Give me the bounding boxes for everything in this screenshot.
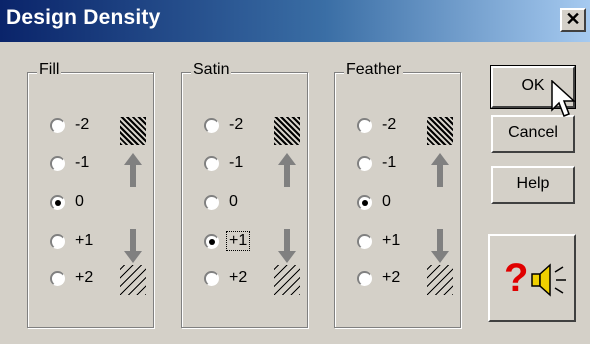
- feather-option-plus2[interactable]: +2: [357, 266, 402, 290]
- radio-label: +1: [75, 232, 94, 249]
- radio-label: -2: [75, 116, 90, 133]
- fill-option-plus1[interactable]: +1: [50, 229, 95, 253]
- satin-option-0[interactable]: 0: [204, 190, 240, 214]
- sparse-pattern-icon: [120, 265, 146, 295]
- cancel-button[interactable]: Cancel: [491, 115, 575, 153]
- radio-button-selected[interactable]: [357, 194, 372, 210]
- radio-label: -2: [382, 116, 397, 133]
- fill-option-minus1[interactable]: -1: [50, 151, 91, 175]
- dense-pattern-icon: [120, 117, 146, 145]
- radio-label: -1: [229, 154, 244, 171]
- dense-pattern-icon: [274, 117, 300, 145]
- dense-pattern-icon: [427, 117, 453, 145]
- sparse-pattern-icon: [427, 265, 453, 295]
- radio-label: +2: [382, 269, 401, 286]
- feather-group: Feather -2 -1 0 +1 +2: [334, 61, 461, 328]
- window-title: Design Density: [6, 6, 161, 29]
- radio-button[interactable]: [357, 233, 372, 249]
- satin-group-label: Satin: [191, 61, 232, 79]
- radio-button[interactable]: [204, 155, 219, 171]
- feather-option-plus1[interactable]: +1: [357, 229, 402, 253]
- feather-group-label: Feather: [344, 61, 404, 79]
- radio-button[interactable]: [204, 270, 219, 286]
- radio-button[interactable]: [204, 194, 219, 210]
- radio-label: +2: [229, 269, 248, 286]
- radio-label: 0: [382, 193, 391, 210]
- arrow-down-icon: [278, 229, 296, 263]
- feather-option-0[interactable]: 0: [357, 190, 393, 214]
- radio-button[interactable]: [50, 155, 65, 171]
- close-icon: ✕: [565, 9, 581, 29]
- radio-button-selected[interactable]: [50, 194, 65, 210]
- fill-group-label: Fill: [37, 61, 62, 79]
- arrow-up-icon: [124, 153, 142, 187]
- fill-option-plus2[interactable]: +2: [50, 266, 95, 290]
- satin-option-minus1[interactable]: -1: [204, 151, 245, 175]
- audio-help-button[interactable]: ?: [488, 234, 576, 322]
- radio-button[interactable]: [50, 117, 65, 133]
- title-bar: Design Density ✕: [0, 0, 590, 42]
- close-button[interactable]: ✕: [560, 8, 586, 32]
- radio-label: -2: [229, 116, 244, 133]
- sparse-pattern-icon: [274, 265, 300, 295]
- design-density-dialog: Design Density ✕ Fill -2 -1 0 +1 +2 Sati…: [0, 0, 590, 344]
- radio-button[interactable]: [50, 233, 65, 249]
- speaker-icon: [531, 263, 566, 297]
- satin-option-plus1[interactable]: +1: [204, 229, 251, 253]
- question-mark-icon: ?: [504, 256, 529, 300]
- radio-label-focused: +1: [225, 231, 251, 251]
- help-button[interactable]: Help: [491, 166, 575, 204]
- satin-group: Satin -2 -1 0 +1 +2: [181, 61, 308, 328]
- radio-label: +2: [75, 269, 94, 286]
- fill-option-minus2[interactable]: -2: [50, 113, 91, 137]
- radio-button[interactable]: [357, 155, 372, 171]
- feather-option-minus1[interactable]: -1: [357, 151, 398, 175]
- radio-button[interactable]: [50, 270, 65, 286]
- radio-button[interactable]: [357, 270, 372, 286]
- radio-label: -1: [382, 154, 397, 171]
- radio-label: +1: [382, 232, 401, 249]
- arrow-down-icon: [124, 229, 142, 263]
- feather-option-minus2[interactable]: -2: [357, 113, 398, 137]
- radio-label: 0: [75, 193, 84, 210]
- fill-group: Fill -2 -1 0 +1 +2: [27, 61, 154, 328]
- radio-button-selected[interactable]: [204, 233, 219, 249]
- radio-button[interactable]: [204, 117, 219, 133]
- arrow-down-icon: [431, 229, 449, 263]
- fill-option-0[interactable]: 0: [50, 190, 86, 214]
- radio-button[interactable]: [357, 117, 372, 133]
- arrow-up-icon: [278, 153, 296, 187]
- arrow-up-icon: [431, 153, 449, 187]
- satin-option-minus2[interactable]: -2: [204, 113, 245, 137]
- satin-option-plus2[interactable]: +2: [204, 266, 249, 290]
- radio-label: -1: [75, 154, 90, 171]
- mouse-cursor-icon: [551, 80, 576, 117]
- radio-label: 0: [229, 193, 238, 210]
